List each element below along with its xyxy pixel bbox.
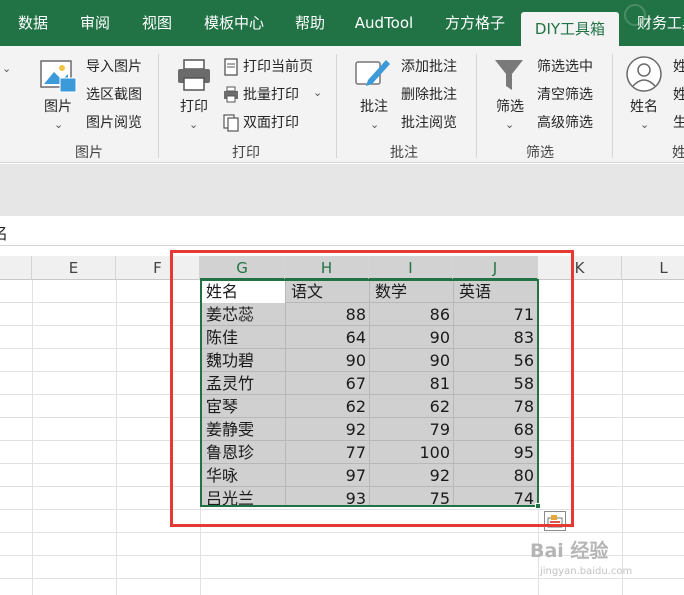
- grid-line: [116, 280, 117, 595]
- picture-icon[interactable]: [40, 58, 78, 94]
- chevron-down-icon[interactable]: ⌄: [640, 118, 649, 131]
- grid-line: [622, 280, 623, 595]
- group-divider: [476, 54, 477, 158]
- group-label-print: 打印: [232, 145, 260, 161]
- tab-audtool[interactable]: AudTool: [346, 12, 422, 46]
- print-current-page-button[interactable]: 打印当前页: [243, 58, 313, 76]
- chevron-down-icon[interactable]: ⌄: [370, 118, 379, 131]
- grid-line: [0, 532, 684, 533]
- ribbon: ⌄ 图片 ⌄ 导入图片 选区截图 图片阅览 图片 打印 ⌄ 打印当前页 批量打印…: [0, 46, 684, 163]
- printer-icon[interactable]: [176, 58, 212, 92]
- highlight-box: [170, 250, 574, 527]
- name-box[interactable]: 名: [0, 220, 8, 244]
- grid-line: [32, 280, 33, 595]
- chevron-down-icon[interactable]: ⌄: [189, 118, 198, 131]
- column-header-l[interactable]: L: [622, 256, 684, 280]
- print-big-button[interactable]: 打印: [180, 98, 208, 116]
- tab-fangfang-gezi[interactable]: 方方格子: [436, 12, 514, 46]
- grid-line: [0, 578, 684, 579]
- person-icon[interactable]: [626, 56, 662, 92]
- add-comment-button[interactable]: 添加批注: [401, 58, 457, 76]
- area-screenshot-button[interactable]: 选区截图: [86, 86, 142, 104]
- group-label-name: 姓: [672, 145, 684, 161]
- group-label-picture: 图片: [75, 145, 103, 161]
- import-picture-button[interactable]: 导入图片: [86, 58, 142, 76]
- duplex-print-button[interactable]: 双面打印: [243, 114, 299, 132]
- watermark-url: jingyan.baidu.com: [540, 566, 633, 577]
- tab-data[interactable]: 数据: [8, 12, 58, 46]
- column-header-e[interactable]: E: [32, 256, 116, 280]
- clear-filter-button[interactable]: 清空筛选: [537, 86, 593, 104]
- tab-review[interactable]: 审阅: [70, 12, 120, 46]
- name-item-1[interactable]: 姓: [673, 58, 684, 76]
- duplex-print-icon: [223, 114, 239, 132]
- ribbon-gap: [0, 164, 684, 216]
- filter-selected-button[interactable]: 筛选选中: [537, 58, 593, 76]
- formula-bar[interactable]: 名: [0, 216, 684, 246]
- tab-help[interactable]: 帮助: [285, 12, 335, 46]
- group-divider: [612, 54, 613, 158]
- funnel-icon[interactable]: [494, 58, 524, 92]
- tab-finance-tools[interactable]: 财务工具: [632, 12, 684, 46]
- name-item-2[interactable]: 姓: [673, 86, 684, 104]
- name-item-3[interactable]: 生: [673, 114, 684, 132]
- batch-print-button[interactable]: 批量打印: [243, 86, 299, 104]
- group-label-filter: 筛选: [526, 145, 554, 161]
- group-divider: [158, 54, 159, 158]
- tab-template-center[interactable]: 模板中心: [193, 12, 275, 46]
- advanced-filter-button[interactable]: 高级筛选: [537, 114, 593, 132]
- tab-diy-toolbox[interactable]: DIY工具箱: [521, 12, 619, 46]
- watermark: Bai 经验: [530, 540, 609, 562]
- name-big-button[interactable]: 姓名: [630, 98, 658, 116]
- tab-view[interactable]: 视图: [132, 12, 182, 46]
- column-header-blank[interactable]: [0, 256, 32, 280]
- filter-big-button[interactable]: 筛选: [496, 98, 524, 116]
- chevron-down-icon[interactable]: ⌄: [54, 118, 63, 131]
- print-page-icon: [224, 58, 238, 76]
- chevron-down-icon[interactable]: ⌄: [313, 86, 322, 99]
- picture-browse-button[interactable]: 图片阅览: [86, 114, 142, 132]
- ribbon-tab-bar: 数据 审阅 视图 模板中心 帮助 AudTool 方方格子 DIY工具箱 财务工…: [0, 0, 684, 46]
- delete-comment-button[interactable]: 删除批注: [401, 86, 457, 104]
- batch-print-icon: [224, 86, 238, 103]
- browse-comments-button[interactable]: 批注阅览: [401, 114, 457, 132]
- group-divider: [336, 54, 337, 158]
- comment-big-button[interactable]: 批注: [360, 98, 388, 116]
- chevron-down-icon[interactable]: ⌄: [505, 118, 514, 131]
- comment-pen-icon[interactable]: [354, 56, 390, 92]
- chevron-down-icon[interactable]: ⌄: [2, 62, 11, 75]
- group-label-comment: 批注: [390, 145, 418, 161]
- picture-big-button[interactable]: 图片: [44, 98, 72, 116]
